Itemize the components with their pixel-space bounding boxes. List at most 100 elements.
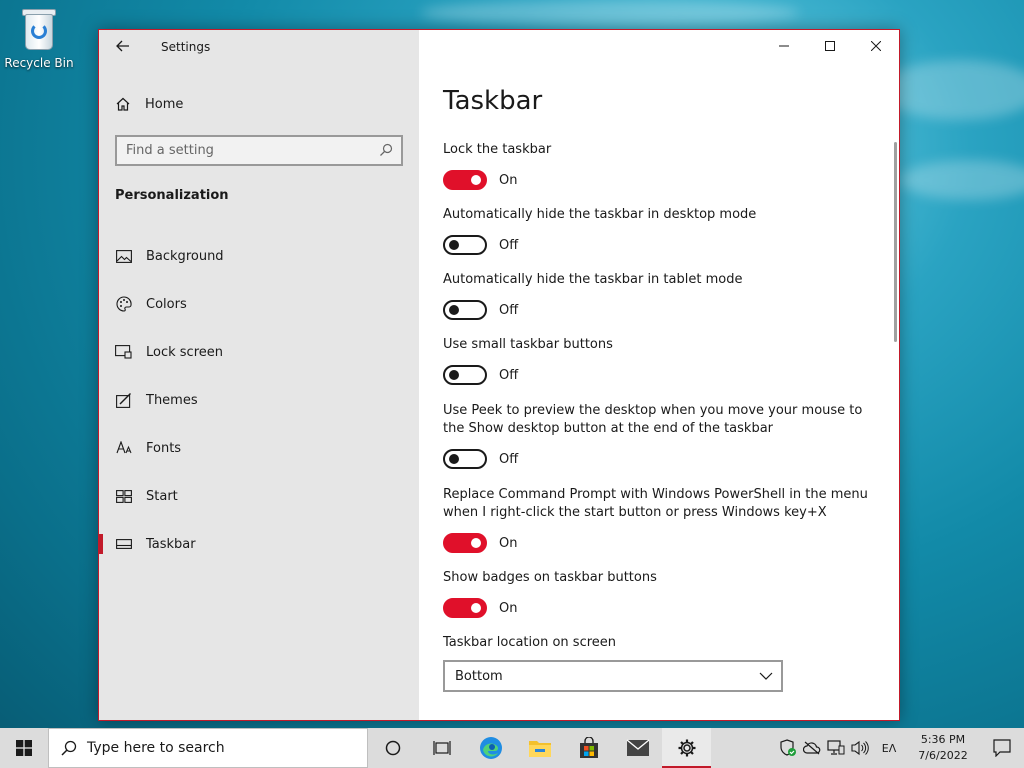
cortana-button[interactable] (368, 728, 417, 768)
volume-tray-button[interactable] (848, 728, 872, 768)
powershell-toggle[interactable] (443, 533, 487, 553)
wallpaper-highlight (880, 60, 1024, 120)
home-icon (116, 97, 130, 111)
speaker-icon (851, 740, 869, 756)
page-title: Taskbar (443, 86, 543, 116)
autohide-tablet-toggle[interactable] (443, 300, 487, 320)
setting-small-buttons: Use small taskbar buttons Off (443, 336, 883, 386)
nav-section-title: Personalization (115, 188, 229, 203)
nav-item-colors[interactable]: Colors (99, 280, 419, 328)
nav-item-lock-screen[interactable]: Lock screen (99, 328, 419, 376)
settings-window: Settings Home Personalization Background… (98, 29, 900, 721)
taskbar-icon (115, 536, 132, 552)
taskbar-app-settings[interactable] (662, 728, 711, 768)
nav-item-themes[interactable]: Themes (99, 376, 419, 424)
taskbar-app-file-explorer[interactable] (515, 728, 564, 768)
cortana-icon (385, 740, 400, 756)
notification-icon (993, 739, 1011, 757)
toggle-state: Off (499, 367, 519, 383)
language-indicator: ΕΛ (881, 741, 897, 755)
nav-item-background[interactable]: Background (99, 232, 419, 280)
minimize-button[interactable] (761, 30, 807, 62)
start-icon (115, 488, 132, 504)
cloud-offline-icon (803, 741, 821, 755)
clock-date: 7/6/2022 (918, 749, 968, 762)
small-buttons-toggle[interactable] (443, 365, 487, 385)
nav-item-label: Themes (146, 392, 198, 408)
toggle-state: On (499, 600, 518, 616)
setting-autohide-desktop: Automatically hide the taskbar in deskto… (443, 206, 883, 256)
input-language-button[interactable]: ΕΛ (872, 728, 906, 768)
task-view-icon (432, 741, 451, 755)
toggle-state: On (499, 172, 518, 188)
edge-browser-icon (479, 737, 502, 759)
nav-list: Background Colors Lock screen Themes Fon… (99, 232, 419, 568)
nav-item-label: Fonts (146, 440, 182, 456)
taskbar-search-box[interactable]: Type here to search (48, 728, 368, 768)
window-title: Settings (161, 40, 211, 54)
folder-icon (528, 741, 551, 757)
onedrive-tray-button[interactable] (800, 728, 824, 768)
taskbar-location-dropdown[interactable]: Bottom (443, 660, 783, 692)
fonts-icon (115, 440, 132, 456)
taskbar-search-placeholder: Type here to search (87, 740, 225, 756)
setting-label: Show badges on taskbar buttons (443, 570, 657, 585)
network-tray-button[interactable] (824, 728, 848, 768)
setting-label: Automatically hide the taskbar in deskto… (443, 207, 757, 222)
nav-item-label: Colors (146, 296, 187, 312)
settings-nav-pane: Settings Home Personalization Background… (99, 30, 419, 720)
find-setting-input[interactable] (117, 137, 401, 164)
settings-content-pane: Taskbar Lock the taskbar On Automaticall… (419, 30, 899, 720)
recycle-bin-icon (19, 6, 59, 52)
taskbar-app-store[interactable] (564, 728, 613, 768)
maximize-button[interactable] (807, 30, 853, 62)
taskbar-app-mail[interactable] (613, 728, 662, 768)
lock-taskbar-toggle[interactable] (443, 170, 487, 190)
peek-toggle[interactable] (443, 449, 487, 469)
windows-logo-icon (16, 740, 32, 756)
system-tray: ΕΛ 5:36 PM 7/6/2022 (776, 728, 1024, 768)
recycle-bin-shortcut[interactable]: Recycle Bin (4, 6, 74, 70)
setting-location: Taskbar location on screen (443, 634, 883, 652)
network-icon (827, 740, 845, 755)
nav-item-label: Taskbar (146, 536, 196, 552)
action-center-button[interactable] (980, 728, 1024, 768)
setting-lock-taskbar: Lock the taskbar On (443, 141, 883, 191)
wallpaper-highlight (420, 0, 800, 26)
clock[interactable]: 5:36 PM 7/6/2022 (906, 732, 980, 764)
setting-powershell: Replace Command Prompt with Windows Powe… (443, 486, 883, 554)
toggle-state: On (499, 535, 518, 551)
security-tray-button[interactable] (776, 728, 800, 768)
setting-label: Lock the taskbar (443, 142, 552, 157)
nav-item-taskbar[interactable]: Taskbar (99, 520, 419, 568)
find-setting-search[interactable] (115, 135, 403, 166)
toggle-state: Off (499, 451, 519, 467)
nav-item-label: Lock screen (146, 344, 223, 360)
close-button[interactable] (853, 30, 899, 62)
taskbar: Type here to search ΕΛ 5:36 PM 7/6/2022 (0, 728, 1024, 768)
back-button[interactable] (113, 38, 133, 58)
search-icon[interactable] (379, 143, 393, 157)
setting-autohide-tablet: Automatically hide the taskbar in tablet… (443, 271, 883, 321)
setting-label: Use small taskbar buttons (443, 337, 613, 352)
toggle-state: Off (499, 237, 519, 253)
setting-label: Replace Command Prompt with Windows Powe… (443, 487, 868, 520)
image-icon (115, 248, 132, 264)
setting-peek: Use Peek to preview the desktop when you… (443, 402, 883, 470)
mail-icon (626, 739, 649, 756)
nav-item-fonts[interactable]: Fonts (99, 424, 419, 472)
nav-item-start[interactable]: Start (99, 472, 419, 520)
content-scrollbar[interactable] (894, 142, 897, 342)
nav-home-label: Home (145, 96, 184, 112)
taskbar-apps (368, 728, 711, 768)
autohide-desktop-toggle[interactable] (443, 235, 487, 255)
shield-icon (780, 739, 796, 756)
badges-toggle[interactable] (443, 598, 487, 618)
taskbar-app-edge[interactable] (466, 728, 515, 768)
task-view-button[interactable] (417, 728, 466, 768)
setting-label: Automatically hide the taskbar in tablet… (443, 272, 743, 287)
start-button[interactable] (0, 728, 48, 768)
nav-home[interactable]: Home (115, 94, 183, 114)
dropdown-value: Bottom (455, 668, 503, 684)
nav-item-label: Start (146, 488, 178, 504)
